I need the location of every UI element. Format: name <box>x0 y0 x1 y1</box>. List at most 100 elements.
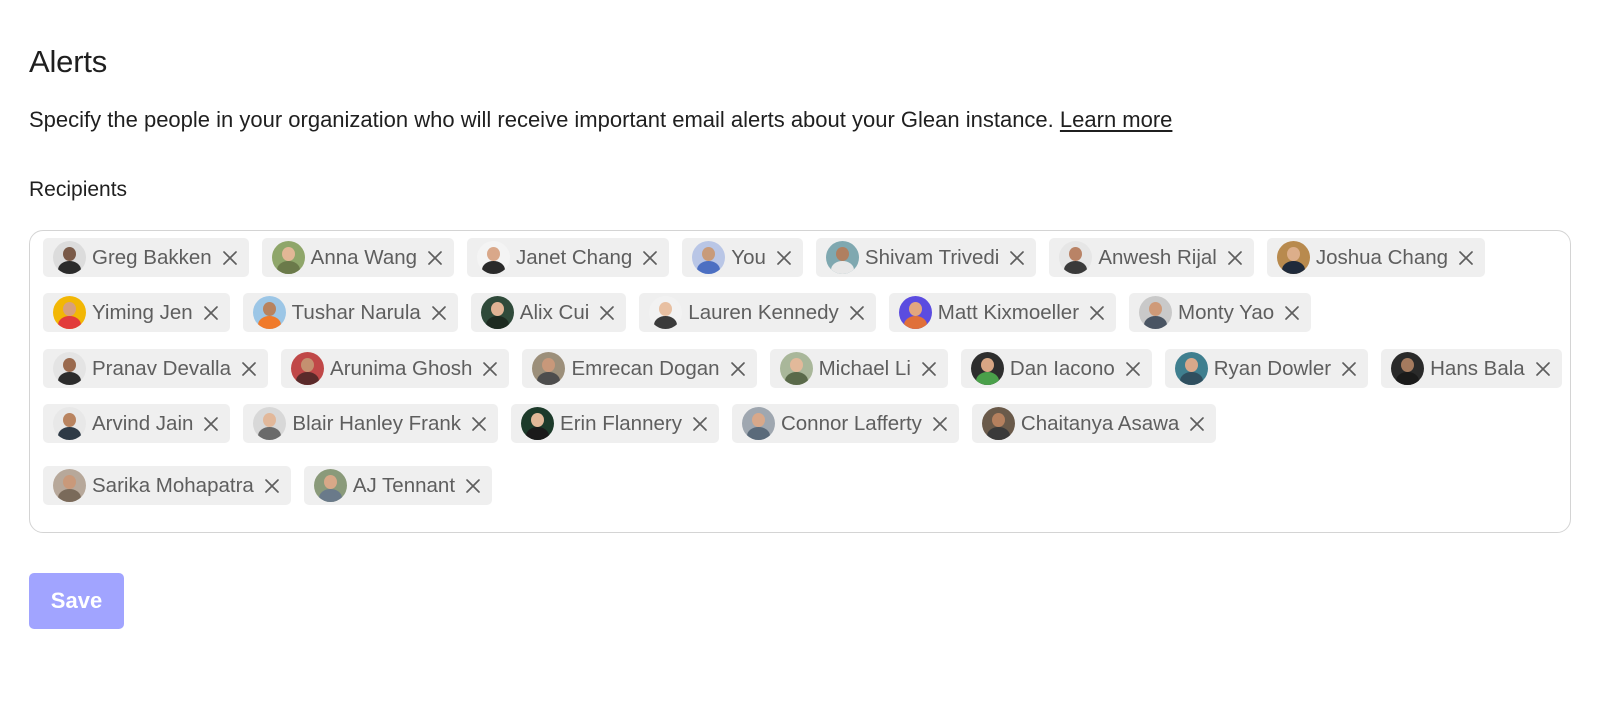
remove-recipient-button[interactable] <box>1340 360 1358 378</box>
close-icon <box>1010 250 1025 265</box>
recipient-name: Pranav Devalla <box>92 356 232 380</box>
avatar <box>53 296 86 329</box>
remove-recipient-button[interactable] <box>263 477 281 495</box>
recipient-name: Janet Chang <box>516 245 633 269</box>
remove-recipient-button[interactable] <box>691 415 709 433</box>
avatar <box>981 407 1015 440</box>
remove-recipient-button[interactable] <box>1226 249 1244 267</box>
recipient-chip: Alix Cui <box>470 293 627 332</box>
recipient-chip: Janet Chang <box>467 238 670 277</box>
recipient-chip: Michael Li <box>769 349 948 388</box>
remove-recipient-button[interactable] <box>240 360 258 378</box>
close-icon <box>222 250 237 265</box>
avatar <box>252 296 286 329</box>
recipient-chip: Greg Bakken <box>43 238 249 277</box>
recipient-chip: Pranav Devalla <box>43 349 269 388</box>
close-icon <box>1190 416 1205 431</box>
recipient-chip: Anna Wang <box>261 238 455 277</box>
remove-recipient-button[interactable] <box>729 360 747 378</box>
avatar <box>1059 241 1093 274</box>
remove-recipient-button[interactable] <box>920 360 938 378</box>
page-title: Alerts <box>29 44 108 79</box>
avatar <box>253 407 287 440</box>
remove-recipient-button[interactable] <box>1124 360 1142 378</box>
close-icon <box>203 305 218 320</box>
recipient-name: Arvind Jain <box>92 411 194 435</box>
remove-recipient-button[interactable] <box>430 304 448 322</box>
learn-more-link[interactable]: Learn more <box>1060 107 1173 132</box>
recipient-name: Blair Hanley Frank <box>292 411 462 435</box>
close-icon <box>472 416 486 431</box>
recipient-chip: Ryan Dowler <box>1164 349 1369 388</box>
recipient-name: Greg Bakken <box>92 245 212 269</box>
recipient-name: Connor Lafferty <box>780 411 922 435</box>
close-icon <box>693 416 707 431</box>
avatar <box>53 352 86 385</box>
remove-recipient-button[interactable] <box>1534 360 1552 378</box>
close-icon <box>600 305 615 320</box>
recipient-name: Chaitanya Asawa <box>1020 411 1180 435</box>
remove-recipient-button[interactable] <box>775 249 793 267</box>
remove-recipient-button[interactable] <box>221 249 239 267</box>
avatar <box>1174 352 1208 385</box>
avatar <box>825 241 859 274</box>
recipient-name: Tushar Narula <box>291 300 421 324</box>
avatar <box>649 296 683 329</box>
recipient-chip: Arunima Ghosh <box>281 349 510 388</box>
remove-recipient-button[interactable] <box>470 415 488 433</box>
recipient-chip: AJ Tennant <box>303 466 493 505</box>
close-icon <box>933 416 947 431</box>
recipient-chip: Connor Lafferty <box>731 404 959 443</box>
remove-recipient-button[interactable] <box>202 304 220 322</box>
avatar <box>532 352 566 385</box>
remove-recipient-button[interactable] <box>1008 249 1026 267</box>
page-description: Specify the people in your organization … <box>29 107 1172 133</box>
recipient-name: You <box>731 245 766 269</box>
remove-recipient-button[interactable] <box>1188 415 1206 433</box>
close-icon <box>922 361 936 376</box>
remove-recipient-button[interactable] <box>481 360 499 378</box>
description-text: Specify the people in your organization … <box>29 107 1054 132</box>
recipients-input[interactable]: Greg Bakken Anna Wang Janet Chang You Shivam… <box>29 230 1571 533</box>
recipient-chip: Lauren Kennedy <box>639 293 876 332</box>
remove-recipient-button[interactable] <box>1088 304 1106 322</box>
recipient-chip: Emrecan Dogan <box>522 349 757 388</box>
recipient-name: Anwesh Rijal <box>1098 245 1217 269</box>
recipient-chip: Sarika Mohapatra <box>43 466 291 505</box>
recipient-chip: Chaitanya Asawa <box>971 404 1217 443</box>
recipient-chip: Shivam Trivedi <box>815 238 1037 277</box>
recipient-row: Yiming Jen Tushar Narula Alix Cui Lauren Ke… <box>43 293 1312 332</box>
recipient-row: Pranav Devalla Arunima Ghosh Emrecan Dogan… <box>43 349 1562 388</box>
remove-recipient-button[interactable] <box>202 415 220 433</box>
avatar <box>480 296 514 329</box>
recipient-name: AJ Tennant <box>352 473 456 497</box>
recipient-chip: Matt Kixmoeller <box>888 293 1117 332</box>
remove-recipient-button[interactable] <box>464 477 482 495</box>
close-icon <box>483 361 498 376</box>
recipient-name: Lauren Kennedy <box>688 300 839 324</box>
close-icon <box>242 361 256 376</box>
remove-recipient-button[interactable] <box>848 304 866 322</box>
close-icon <box>730 361 745 376</box>
remove-recipient-button[interactable] <box>598 304 616 322</box>
close-icon <box>1459 250 1473 265</box>
remove-recipient-button[interactable] <box>641 249 659 267</box>
recipient-name: Alix Cui <box>519 300 590 324</box>
remove-recipient-button[interactable] <box>1457 249 1475 267</box>
recipient-chip: You <box>682 238 803 277</box>
avatar <box>53 407 86 440</box>
recipient-row: Sarika Mohapatra AJ Tennant <box>43 466 493 505</box>
avatar <box>741 407 775 440</box>
remove-recipient-button[interactable] <box>1283 304 1301 322</box>
recipient-name: Dan Iacono <box>1009 356 1115 380</box>
remove-recipient-button[interactable] <box>931 415 949 433</box>
close-icon <box>849 305 864 320</box>
recipient-chip: Yiming Jen <box>43 293 230 332</box>
avatar <box>970 352 1004 385</box>
save-button[interactable]: Save <box>29 573 124 629</box>
recipient-chip: Tushar Narula <box>242 293 458 332</box>
recipient-chip: Erin Flannery <box>511 404 719 443</box>
recipient-chip: Joshua Chang <box>1266 238 1486 277</box>
remove-recipient-button[interactable] <box>426 249 444 267</box>
close-icon <box>1125 361 1140 376</box>
